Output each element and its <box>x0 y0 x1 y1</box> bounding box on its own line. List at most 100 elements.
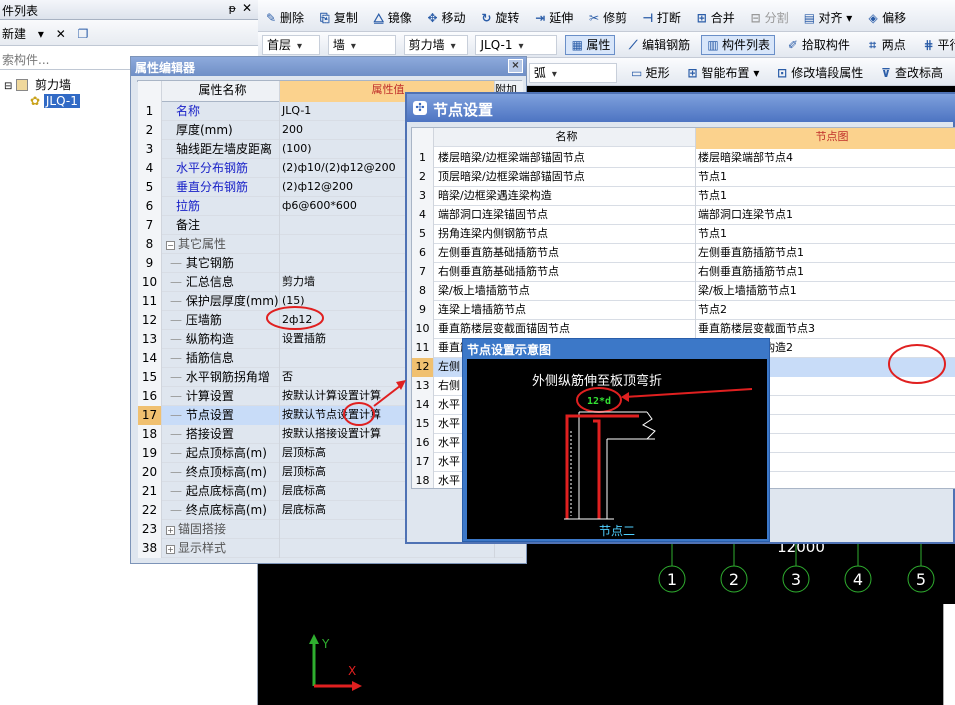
arc-select[interactable]: 弧 <box>528 63 617 83</box>
node-row[interactable]: 5 拐角连梁内侧钢筋节点 节点1 <box>412 225 955 244</box>
node-row[interactable]: 6 左侧垂直筋基础插筋节点 左侧垂直筋插筋节点1 <box>412 244 955 263</box>
property-row-name-text: 纵筋构造 <box>185 332 234 346</box>
modify-wall-button[interactable]: ⊡ 修改墙段属性 <box>770 63 868 83</box>
node-row-name: 左侧垂直筋基础插筋节点 <box>434 244 696 263</box>
node-row-name: 右侧垂直筋基础插筋节点 <box>434 263 696 282</box>
move-button[interactable]: ✥ 移动 <box>426 9 466 26</box>
parallel-label: 平行 <box>937 38 955 52</box>
property-row-name-text: 终点底标高(m) <box>185 503 267 517</box>
node-row-value[interactable]: 节点1 <box>696 225 955 244</box>
edit-toolbar: ✎ 删除 ⎘ 复制 ⧋ 镜像 ✥ 移动 ↻ 旋转 ⇥ 延伸 ✂ 修剪 ⊣ 打断 ⊞ 合并 ⊟ 分割 … <box>258 0 955 32</box>
rectangle-button[interactable]: ▭ 矩形 <box>625 63 675 83</box>
split-button[interactable]: ⊟ 分割 <box>749 9 789 26</box>
expand-icon[interactable]: + <box>166 545 175 554</box>
delete-icon[interactable]: ✕ <box>56 27 66 41</box>
node-row[interactable]: 10 垂直筋楼层变截面锚固节点 垂直筋楼层变截面节点3 <box>412 320 955 339</box>
property-row-name-text: 轴线距左墙皮距离 <box>176 142 273 156</box>
expand-icon[interactable]: + <box>166 526 175 535</box>
node-row-value[interactable]: 梁/板上墙插筋节点1 <box>696 282 955 301</box>
property-row-name-text: 终点顶标高(m) <box>185 465 267 479</box>
diagram-footer: 节点二 <box>599 524 635 538</box>
property-row-name-text: 拉筋 <box>176 199 201 213</box>
node-row[interactable]: 8 梁/板上墙插筋节点 梁/板上墙插筋节点1 <box>412 282 955 301</box>
property-row-number: 23 <box>138 520 162 539</box>
two-point-button[interactable]: ⌗ 两点 <box>861 35 911 55</box>
merge-icon: ⊞ <box>696 11 707 25</box>
node-row[interactable]: 1 楼层暗梁/边框梁端部锚固节点 楼层暗梁端部节点4 <box>412 149 955 168</box>
node-row[interactable]: 2 顶层暗梁/边框梁端部锚固节点 节点1 <box>412 168 955 187</box>
two-point-label: 两点 <box>881 38 906 52</box>
edit-rebar-button[interactable]: ⟋ 编辑钢筋 <box>621 35 695 55</box>
node-row-name: 拐角连梁内侧钢筋节点 <box>434 225 696 244</box>
extend-button[interactable]: ⇥ 延伸 <box>533 9 573 26</box>
tree-branch-icon: — <box>170 332 186 346</box>
subtype-select[interactable]: 剪力墙 <box>403 35 468 55</box>
ucs-x-arrow <box>352 681 362 691</box>
copy-label: 复制 <box>333 11 358 25</box>
property-editor-title-text: 属性编辑器 <box>135 61 196 75</box>
node-row-value[interactable]: 右侧垂直筋插筋节点1 <box>696 263 955 282</box>
node-diagram-canvas: 外侧纵筋伸至板顶弯折 12*d 节点二 <box>467 359 767 539</box>
mirror-icon: ⧋ <box>373 11 385 25</box>
rotate-button[interactable]: ↻ 旋转 <box>479 9 519 26</box>
tree-collapse-icon[interactable]: ⊟ <box>4 81 12 92</box>
properties-button[interactable]: ▦ 属性 <box>565 35 616 55</box>
node-row[interactable]: 7 右侧垂直筋基础插筋节点 右侧垂直筋插筋节点1 <box>412 263 955 282</box>
node-row-number: 11 <box>412 339 434 358</box>
node-row-value[interactable]: 节点1 <box>696 187 955 206</box>
pick-component-button[interactable]: ✐ 拾取构件 <box>781 35 855 55</box>
parallel-icon: ⋕ <box>923 38 934 52</box>
node-diagram-title: 节点设置示意图 <box>467 343 552 357</box>
node-row-value[interactable]: 节点2 <box>696 301 955 320</box>
smart-layout-button[interactable]: ⊞ 智能布置 ▾ <box>681 63 765 83</box>
node-row-value[interactable]: 节点1 <box>696 168 955 187</box>
tree-branch-icon: — <box>170 503 186 517</box>
edit-rebar-label: 编辑钢筋 <box>642 38 691 52</box>
node-row-value[interactable]: 端部洞口连梁节点1 <box>696 206 955 225</box>
property-grid: 属性名称 属性值 附加 1 名称 JLQ-1 2 厚度(mm) 200 3 轴线距左墙皮距离(… <box>137 80 523 558</box>
offset-button[interactable]: ◈ 偏移 <box>866 9 907 26</box>
component-list-title: 件列表 ᵽ ✕ <box>0 0 258 20</box>
property-row-name-text: 其它钢筋 <box>185 256 234 270</box>
close-icon[interactable]: ✕ <box>242 1 252 15</box>
component-list-button[interactable]: ▥ 构件列表 <box>701 35 776 55</box>
type-select[interactable]: 墙 <box>327 35 396 55</box>
collapse-icon[interactable]: − <box>166 241 175 250</box>
property-row-number: 21 <box>138 482 162 501</box>
node-row-number: 18 <box>412 472 434 488</box>
mirror-button[interactable]: ⧋ 镜像 <box>372 9 411 26</box>
floor-select[interactable]: 首层 <box>262 35 320 55</box>
node-row[interactable]: 3 暗梁/边框梁遇连梁构造 节点1 <box>412 187 955 206</box>
node-row[interactable]: 9 连梁上墙插筋节点 节点2 <box>412 301 955 320</box>
tree-branch-icon: — <box>170 275 186 289</box>
align-button[interactable]: ▤ 对齐 ▾ <box>802 9 853 26</box>
node-row[interactable]: 4 端部洞口连梁锚固节点 端部洞口连梁节点1 <box>412 206 955 225</box>
node-row-value[interactable]: 垂直筋楼层变截面节点3 <box>696 320 955 339</box>
new-component-button[interactable]: 新建 ▾ <box>2 27 44 41</box>
parallel-button[interactable]: ⋕平行 <box>917 35 955 55</box>
rectangle-icon: ▭ <box>630 66 643 80</box>
node-row-value[interactable]: 左侧垂直筋插筋节点1 <box>696 244 955 263</box>
check-elevation-button[interactable]: ⊽ 查改标高 <box>874 63 948 83</box>
check-elevation-icon: ⊽ <box>881 66 891 80</box>
break-button[interactable]: ⊣ 打断 <box>641 9 681 26</box>
property-editor-close-button[interactable]: × <box>508 59 523 73</box>
property-editor-title: 属性编辑器 × <box>131 57 526 76</box>
delete-brush-icon: ✎ <box>265 11 277 25</box>
merge-button[interactable]: ⊞ 合并 <box>695 9 735 26</box>
node-settings-title-text: 节点设置 <box>433 101 494 119</box>
copy-icon[interactable]: ❐ <box>78 27 89 41</box>
component-select[interactable]: JLQ-1 <box>475 35 558 55</box>
node-row-value[interactable]: 楼层暗梁端部节点4 <box>696 149 955 168</box>
edge-window-fragment <box>943 604 955 705</box>
offset-label: 偏移 <box>882 11 907 25</box>
property-row-name: + 显示样式 <box>162 539 280 558</box>
tree-item-jlq1[interactable]: ✿ JLQ-1 <box>30 92 80 110</box>
property-row-name-text: 节点设置 <box>185 408 234 422</box>
folder-icon <box>16 79 29 91</box>
trim-button[interactable]: ✂ 修剪 <box>587 9 627 26</box>
property-row-name: — 汇总信息 <box>162 273 280 292</box>
delete-button[interactable]: ✎ 删除 <box>264 9 304 26</box>
copy-button[interactable]: ⎘ 复制 <box>318 9 358 26</box>
pin-icon[interactable]: ᵽ <box>229 2 236 15</box>
